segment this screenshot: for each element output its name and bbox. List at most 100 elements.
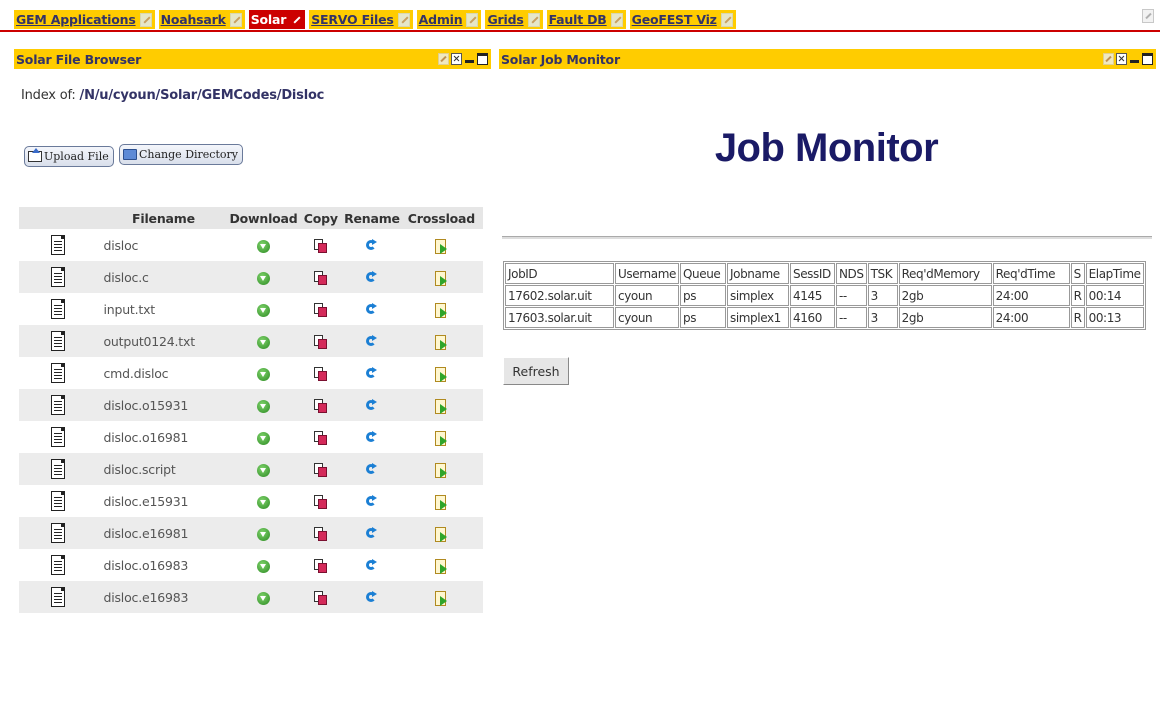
crossload-icon[interactable] <box>434 462 448 478</box>
maximize-icon[interactable] <box>1142 53 1153 65</box>
minimize-icon[interactable] <box>464 53 475 65</box>
crossload-icon[interactable] <box>434 270 448 286</box>
crossload-icon[interactable] <box>434 430 448 446</box>
file-name[interactable]: cmd.disloc <box>97 357 229 389</box>
download-icon[interactable] <box>256 303 270 317</box>
tab-list: GEM Applications Noahsark Solar SERVO Files… <box>14 10 740 29</box>
download-icon[interactable] <box>256 591 270 605</box>
copy-icon[interactable] <box>314 399 328 413</box>
crossload-icon[interactable] <box>434 494 448 510</box>
copy-icon[interactable] <box>314 271 328 285</box>
copy-cell <box>298 421 345 453</box>
edit-layout-icon[interactable] <box>1142 9 1154 23</box>
tab-gem-applications[interactable]: GEM Applications <box>14 10 155 29</box>
rename-icon[interactable] <box>365 271 378 285</box>
file-name[interactable]: disloc.o16983 <box>97 549 229 581</box>
edit-icon[interactable] <box>438 53 449 65</box>
download-icon[interactable] <box>256 271 270 285</box>
pencil-icon[interactable] <box>397 12 410 27</box>
index-line: Index of: /N/u/cyoun/Solar/GEMCodes/Disl… <box>21 88 324 103</box>
crossload-icon[interactable] <box>434 558 448 574</box>
rename-icon[interactable] <box>365 527 378 541</box>
edit-icon[interactable] <box>1103 53 1114 65</box>
file-browser-title: Solar File Browser <box>16 51 142 67</box>
download-icon[interactable] <box>256 335 270 349</box>
copy-icon[interactable] <box>314 495 328 509</box>
rename-icon[interactable] <box>365 559 378 573</box>
pencil-icon[interactable] <box>139 12 152 27</box>
download-icon[interactable] <box>256 495 270 509</box>
download-icon[interactable] <box>256 527 270 541</box>
filename-column-header: Filename <box>97 207 230 229</box>
rename-cell <box>344 581 400 613</box>
tab-servo-files[interactable]: SERVO Files <box>309 10 413 29</box>
file-name[interactable]: output0124.txt <box>97 325 230 357</box>
tab-solar[interactable]: Solar <box>248 10 306 29</box>
copy-icon[interactable] <box>314 303 328 317</box>
file-name[interactable]: disloc.o15931 <box>97 389 230 421</box>
copy-cell <box>297 581 345 613</box>
rename-icon[interactable] <box>365 239 378 253</box>
file-name[interactable]: disloc.o16981 <box>97 421 229 453</box>
rename-icon[interactable] <box>365 399 378 413</box>
close-icon[interactable] <box>1116 53 1127 65</box>
rename-icon[interactable] <box>365 367 378 381</box>
minimize-icon[interactable] <box>1129 53 1140 65</box>
file-name[interactable]: disloc.e16981 <box>97 517 230 549</box>
pencil-icon[interactable] <box>229 12 242 27</box>
copy-icon[interactable] <box>314 239 328 253</box>
file-name[interactable]: disloc <box>97 229 229 261</box>
copy-icon[interactable] <box>314 527 328 541</box>
file-name[interactable]: input.txt <box>97 293 229 325</box>
close-icon[interactable] <box>451 53 462 65</box>
copy-icon[interactable] <box>314 335 328 349</box>
download-icon[interactable] <box>256 367 270 381</box>
copy-icon[interactable] <box>314 463 328 477</box>
rename-icon[interactable] <box>365 303 378 317</box>
download-icon[interactable] <box>256 463 270 477</box>
copy-icon[interactable] <box>314 367 328 381</box>
copy-icon[interactable] <box>314 431 328 445</box>
tab-admin[interactable]: Admin <box>416 10 482 29</box>
upload-file-button[interactable]: Upload File <box>24 146 114 167</box>
rename-icon[interactable] <box>365 463 378 477</box>
file-name[interactable]: disloc.c <box>97 261 230 293</box>
tab-grids[interactable]: Grids <box>485 10 543 29</box>
job-cell: 4160 <box>789 307 835 328</box>
rename-icon[interactable] <box>365 591 378 605</box>
crossload-icon[interactable] <box>434 366 448 382</box>
refresh-button[interactable]: Refresh <box>503 357 569 385</box>
tab-fault-db[interactable]: Fault DB <box>546 10 626 29</box>
pencil-icon[interactable] <box>527 12 540 27</box>
file-name[interactable]: disloc.e15931 <box>97 485 229 517</box>
pencil-icon[interactable] <box>290 12 303 27</box>
rename-icon[interactable] <box>365 495 378 509</box>
maximize-icon[interactable] <box>477 53 488 65</box>
pencil-icon[interactable] <box>466 12 479 27</box>
copy-icon[interactable] <box>314 591 328 605</box>
copy-icon[interactable] <box>314 559 328 573</box>
download-icon[interactable] <box>256 399 270 413</box>
job-cell: 00:14 <box>1085 285 1144 306</box>
crossload-icon[interactable] <box>434 398 448 414</box>
crossload-icon[interactable] <box>434 238 448 254</box>
download-icon[interactable] <box>256 431 270 445</box>
crossload-icon[interactable] <box>434 334 448 350</box>
file-name[interactable]: disloc.e16983 <box>97 581 230 613</box>
crossload-icon[interactable] <box>434 590 448 606</box>
job-cell: 24:00 <box>992 285 1070 306</box>
rename-icon[interactable] <box>365 431 378 445</box>
file-name[interactable]: disloc.script <box>97 453 230 485</box>
tab-label: Admin <box>418 12 463 27</box>
download-icon[interactable] <box>256 559 270 573</box>
crossload-icon[interactable] <box>434 302 448 318</box>
top-nav-bar: GEM Applications Noahsark Solar SERVO Files… <box>0 0 1160 32</box>
change-directory-button[interactable]: Change Directory <box>119 144 243 165</box>
pencil-icon[interactable] <box>720 12 733 27</box>
tab-noahsark[interactable]: Noahsark <box>158 10 245 29</box>
crossload-icon[interactable] <box>434 526 448 542</box>
download-icon[interactable] <box>256 239 270 253</box>
rename-icon[interactable] <box>365 335 378 349</box>
tab-geofest-viz[interactable]: GeoFEST Viz <box>629 10 736 29</box>
pencil-icon[interactable] <box>610 12 623 27</box>
